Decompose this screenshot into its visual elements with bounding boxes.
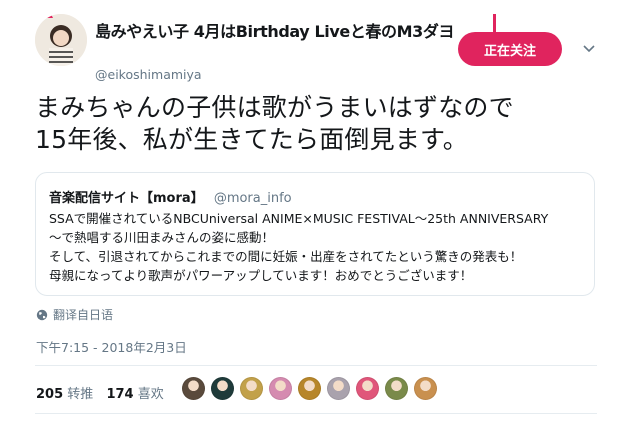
liker-avatar-5[interactable] bbox=[298, 377, 321, 400]
liker-avatar-2[interactable] bbox=[211, 377, 234, 400]
author-display-name[interactable]: 島みやえい子 4月はBirthday Liveと春のM3ダヨ bbox=[95, 18, 454, 42]
liker-avatar-1[interactable] bbox=[182, 377, 205, 400]
stats-divider bbox=[35, 365, 597, 366]
quoted-tweet-text: SSAで開催されているNBCUniversal ANIME×MUSIC FEST… bbox=[49, 209, 589, 285]
following-button[interactable]: 正在关注 bbox=[458, 32, 562, 66]
liker-avatar-6[interactable] bbox=[327, 377, 350, 400]
tweet-text: まみちゃんの子供は歌がうまいはずなので 15年後、私が生きてたら面倒見ます。 bbox=[35, 92, 615, 156]
retweet-stat[interactable]: 205 转推 bbox=[36, 387, 93, 402]
text-cursor bbox=[493, 14, 496, 34]
liker-avatar-3[interactable] bbox=[240, 377, 263, 400]
tweet-text-line: 15年後、私が生きてたら面倒見ます。 bbox=[35, 125, 468, 154]
retweet-count: 205 bbox=[36, 387, 64, 402]
quoted-tweet[interactable]: 音楽配信サイト【mora】 @mora_info SSAで開催されているNBCU… bbox=[35, 172, 595, 296]
more-options-chevron-icon[interactable] bbox=[580, 40, 598, 58]
liker-avatar-9[interactable] bbox=[414, 377, 437, 400]
like-stat[interactable]: 174 喜欢 bbox=[106, 387, 163, 402]
tweet-stats: 205 转推 174 喜欢 bbox=[36, 383, 173, 402]
quoted-author-handle: @mora_info bbox=[213, 191, 292, 206]
like-label: 喜欢 bbox=[137, 387, 164, 402]
tweet-timestamp[interactable]: 下午7:15 - 2018年2月3日 bbox=[36, 337, 187, 356]
retweet-label: 转推 bbox=[67, 387, 94, 402]
quoted-text-line: SSAで開催されているNBCUniversal ANIME×MUSIC FEST… bbox=[49, 211, 549, 226]
quoted-text-line: 母親になってより歌声がパワーアップしています！おめでとうございます！ bbox=[49, 268, 473, 283]
tweet-text-line: まみちゃんの子供は歌がうまいはずなので bbox=[35, 93, 514, 122]
author-avatar[interactable] bbox=[35, 14, 87, 66]
quoted-text-line: そして、引退されてからこれまでの間に妊娠・出産をされてたという驚きの発表も！ bbox=[49, 249, 523, 264]
quoted-tweet-header: 音楽配信サイト【mora】 @mora_info bbox=[49, 187, 292, 206]
stats-divider bbox=[35, 413, 597, 414]
author-handle[interactable]: @eikoshimamiya bbox=[95, 67, 202, 82]
quoted-author-name: 音楽配信サイト【mora】 bbox=[49, 191, 204, 206]
liked-by-avatars bbox=[182, 377, 443, 400]
translate-label: 翻译自日语 bbox=[53, 308, 114, 322]
quoted-text-line: ～で熱唱する川田まみさんの姿に感動！ bbox=[49, 230, 275, 245]
globe-icon bbox=[36, 309, 48, 320]
liker-avatar-8[interactable] bbox=[385, 377, 408, 400]
liker-avatar-7[interactable] bbox=[356, 377, 379, 400]
liker-avatar-4[interactable] bbox=[269, 377, 292, 400]
like-count: 174 bbox=[106, 387, 134, 402]
translate-tweet-link[interactable]: 翻译自日语 bbox=[36, 306, 113, 323]
